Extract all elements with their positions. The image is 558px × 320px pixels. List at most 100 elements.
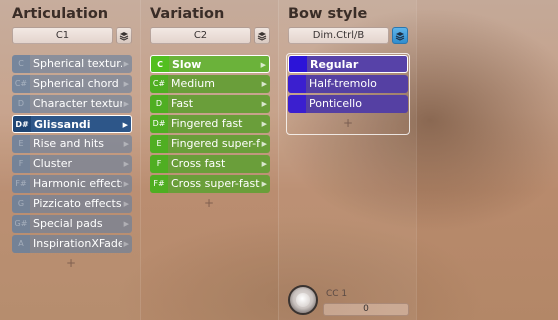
articulation-item-label: InspirationXFades: [33, 237, 122, 250]
variation-item-label: Cross super-fast: [171, 177, 260, 190]
articulation-item-label: Character textur.: [33, 97, 122, 110]
knob-cap: [296, 293, 310, 307]
variation-item[interactable]: D# Fingered fast ▶: [150, 115, 270, 133]
cc-value-field[interactable]: 0: [323, 303, 409, 316]
bow-style-item-label: Ponticello: [309, 97, 362, 110]
articulation-item[interactable]: C Spherical textur. ▶: [12, 55, 132, 73]
articulation-item[interactable]: F# Harmonic effects ▶: [12, 175, 132, 193]
chevron-right-icon: ▶: [123, 140, 129, 148]
key-badge: G#: [12, 215, 30, 233]
variation-item[interactable]: E Fingered super-f. ▶: [150, 135, 270, 153]
key-badge: A: [12, 235, 30, 253]
chevron-right-icon: ▶: [123, 180, 129, 188]
column-divider: [416, 0, 417, 320]
chevron-right-icon: ▶: [123, 60, 129, 68]
variation-item-label: Medium: [171, 77, 215, 90]
chevron-right-icon: ▶: [122, 121, 128, 129]
variation-item-label: Fingered fast: [171, 117, 243, 130]
key-badge: [288, 95, 306, 113]
key-badge: [289, 56, 307, 72]
bow-style-item[interactable]: Regular: [288, 55, 408, 73]
cc-label: CC 1: [326, 289, 348, 299]
bow-style-selector[interactable]: Dim.Ctrl/B: [288, 27, 389, 44]
variation-title: Variation: [150, 6, 225, 22]
chevron-right-icon: ▶: [123, 240, 129, 248]
key-badge: G: [12, 195, 30, 213]
key-badge: C#: [150, 75, 168, 93]
articulation-item-label: Pizzicato effects: [33, 197, 122, 210]
variation-item[interactable]: D Fast ▶: [150, 95, 270, 113]
add-variation-button[interactable]: +: [203, 196, 215, 210]
chevron-right-icon: ▶: [261, 120, 267, 128]
variation-item[interactable]: C Slow ▶: [150, 55, 270, 73]
bow-style-item[interactable]: Half-tremolo: [288, 75, 408, 93]
articulation-title: Articulation: [12, 6, 109, 22]
key-badge: F#: [12, 175, 30, 193]
variation-item-label: Fast: [171, 97, 194, 110]
articulation-layers-button[interactable]: [116, 27, 132, 44]
add-bow-style-button[interactable]: +: [342, 116, 354, 130]
chevron-right-icon: ▶: [260, 61, 266, 69]
articulation-item[interactable]: F Cluster ▶: [12, 155, 132, 173]
variation-layers-button[interactable]: [254, 27, 270, 44]
chevron-right-icon: ▶: [261, 100, 267, 108]
key-badge: D#: [13, 116, 31, 132]
chevron-right-icon: ▶: [261, 80, 267, 88]
articulation-item-label: Glissandi: [34, 118, 91, 131]
variation-item-label: Cross fast: [171, 157, 226, 170]
variation-item[interactable]: C# Medium ▶: [150, 75, 270, 93]
variation-item[interactable]: F# Cross super-fast ▶: [150, 175, 270, 193]
layers-icon: [119, 31, 129, 41]
articulation-item[interactable]: D# Glissandi ▶: [12, 115, 132, 133]
key-badge: D#: [150, 115, 168, 133]
key-badge: C: [12, 55, 30, 73]
articulation-item-label: Spherical chord t.: [33, 77, 122, 90]
key-badge: F: [12, 155, 30, 173]
articulation-item-label: Cluster: [33, 157, 73, 170]
articulation-item[interactable]: G# Special pads ▶: [12, 215, 132, 233]
add-articulation-button[interactable]: +: [65, 256, 77, 270]
chevron-right-icon: ▶: [123, 200, 129, 208]
layers-icon: [395, 31, 405, 41]
bow-style-item[interactable]: Ponticello: [288, 95, 408, 113]
cc-knob[interactable]: [288, 285, 318, 315]
bow-style-title: Bow style: [288, 6, 368, 22]
chevron-right-icon: ▶: [123, 100, 129, 108]
bow-style-item-label: Half-tremolo: [309, 77, 377, 90]
key-badge: D: [150, 95, 168, 113]
articulation-item-label: Rise and hits: [33, 137, 104, 150]
key-badge: C: [151, 56, 169, 72]
key-badge: E: [150, 135, 168, 153]
chevron-right-icon: ▶: [261, 140, 267, 148]
chevron-right-icon: ▶: [261, 180, 267, 188]
variation-selector[interactable]: C2: [150, 27, 251, 44]
key-badge: E: [12, 135, 30, 153]
articulation-item[interactable]: C# Spherical chord t. ▶: [12, 75, 132, 93]
bow-style-layers-button[interactable]: [392, 27, 408, 44]
chevron-right-icon: ▶: [123, 160, 129, 168]
variation-item-label: Slow: [172, 58, 202, 71]
key-badge: F#: [150, 175, 168, 193]
articulation-item-label: Harmonic effects: [33, 177, 122, 190]
layers-icon: [257, 31, 267, 41]
column-divider: [140, 0, 141, 320]
key-badge: D: [12, 95, 30, 113]
variation-item[interactable]: F Cross fast ▶: [150, 155, 270, 173]
column-divider: [278, 0, 279, 320]
articulation-item[interactable]: A InspirationXFades ▶: [12, 235, 132, 253]
articulation-item[interactable]: E Rise and hits ▶: [12, 135, 132, 153]
articulation-selector[interactable]: C1: [12, 27, 113, 44]
key-badge: F: [150, 155, 168, 173]
articulation-item[interactable]: G Pizzicato effects ▶: [12, 195, 132, 213]
articulation-item-label: Special pads: [33, 217, 103, 230]
key-badge: [288, 75, 306, 93]
key-badge: C#: [12, 75, 30, 93]
bow-style-item-label: Regular: [310, 58, 359, 71]
variation-item-label: Fingered super-f.: [171, 137, 260, 150]
chevron-right-icon: ▶: [261, 160, 267, 168]
articulation-item[interactable]: D Character textur. ▶: [12, 95, 132, 113]
chevron-right-icon: ▶: [123, 220, 129, 228]
bow-style-column: [278, 0, 416, 320]
articulation-item-label: Spherical textur.: [33, 57, 122, 70]
chevron-right-icon: ▶: [123, 80, 129, 88]
